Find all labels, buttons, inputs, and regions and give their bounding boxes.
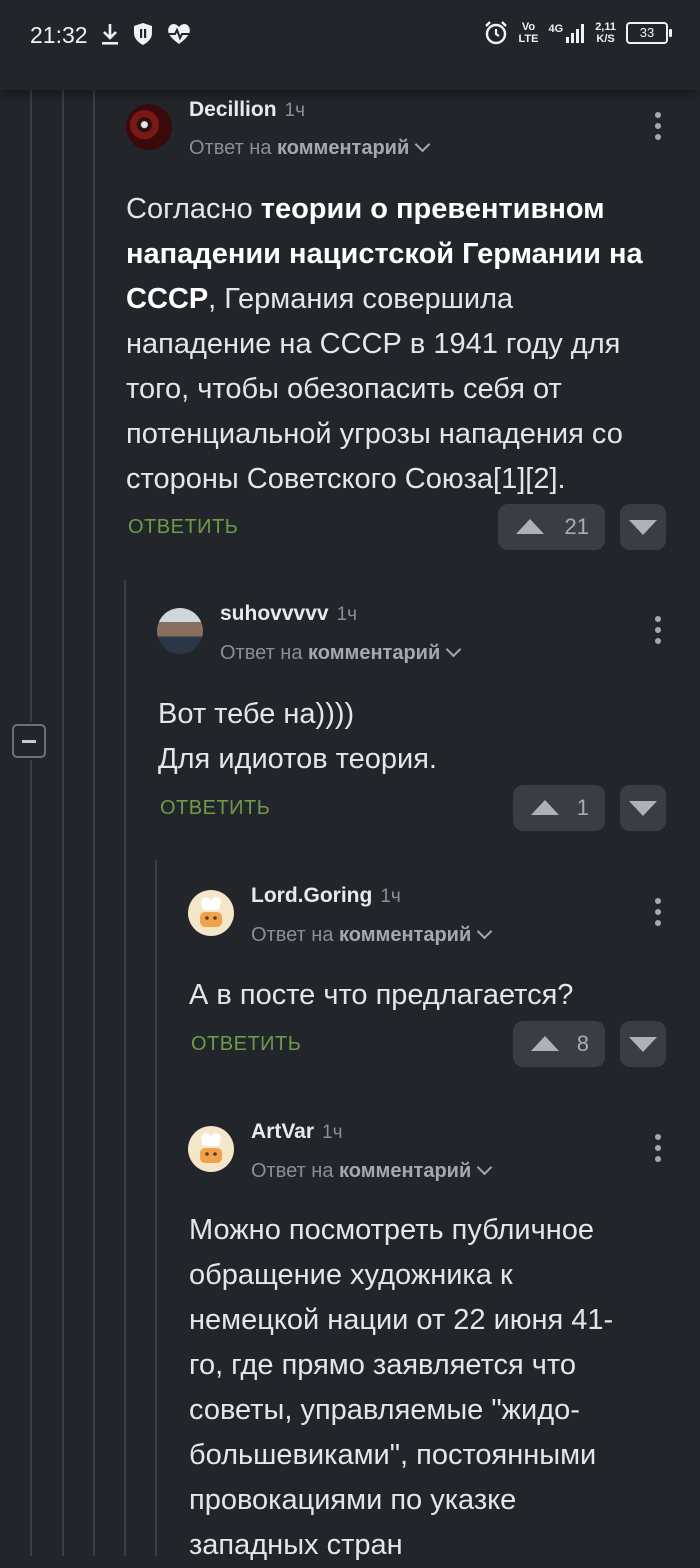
- comment-body: Можно посмотреть публичное обращение худ…: [189, 1214, 614, 1561]
- default-avatar-icon: [200, 1133, 222, 1163]
- status-right-icons: Vo LTE 4G 2,11 K/S 33: [483, 20, 672, 46]
- avatar[interactable]: [188, 1126, 234, 1172]
- signal-indicator: 4G: [549, 23, 586, 43]
- download-icon: [102, 24, 118, 45]
- status-left-icons: [100, 22, 192, 46]
- comment-time: 1ч: [322, 1122, 343, 1143]
- comment-author[interactable]: ArtVar 1ч: [251, 1120, 343, 1144]
- comment: ArtVar 1ч Ответ на комментарий Можно посм…: [0, 0, 700, 1561]
- shield-icon: [134, 23, 152, 45]
- alarm-icon: [484, 21, 507, 45]
- more-options-icon[interactable]: [655, 1134, 661, 1164]
- status-bar: 21:32 Vo LTE 4G 2,11 K/S 33: [0, 0, 700, 90]
- net-speed: 2,11 K/S: [595, 21, 616, 45]
- signal-bars-icon: [566, 24, 585, 43]
- volte-indicator: Vo LTE: [518, 21, 539, 45]
- chevron-down-icon: [476, 1159, 493, 1176]
- battery-icon: 33: [626, 22, 672, 44]
- reply-to[interactable]: Ответ на комментарий: [251, 1159, 493, 1183]
- status-time: 21:32: [30, 22, 88, 48]
- heartbeat-icon: [168, 24, 190, 44]
